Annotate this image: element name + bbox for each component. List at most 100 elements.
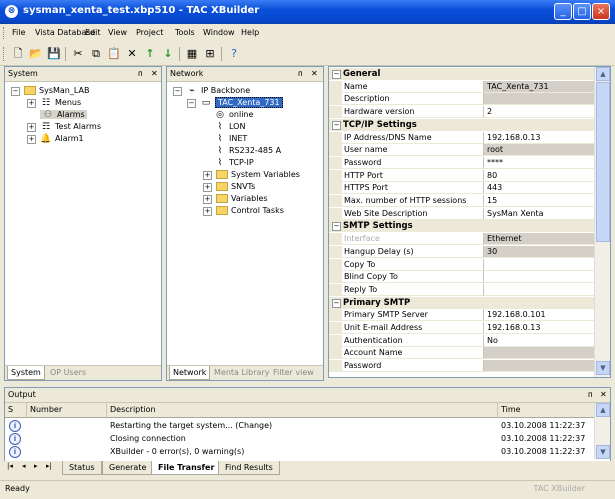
property-value[interactable]: 2 <box>484 106 595 119</box>
tree-node-lon[interactable]: ⌇ LON <box>214 121 246 133</box>
property-category[interactable]: − Primary SMTP <box>329 296 595 309</box>
property-row[interactable]: Name TAC_Xenta_731 <box>329 80 595 93</box>
property-value[interactable]: 192.168.0.13 <box>484 322 595 334</box>
tree-node-inet[interactable]: ⌇ INET <box>214 133 248 145</box>
expand-icon[interactable]: + <box>27 99 36 108</box>
close-icon[interactable]: ✕ <box>311 67 318 81</box>
property-value[interactable] <box>484 93 595 106</box>
property-row[interactable]: Hardware version 2 <box>329 106 595 119</box>
property-category[interactable]: − SMTP Settings <box>329 220 595 233</box>
menu-tools[interactable]: Tools <box>175 28 195 37</box>
pin-icon[interactable]: ᴨ <box>298 67 303 81</box>
property-row[interactable]: HTTP Port 80 <box>329 169 595 182</box>
property-row[interactable]: Max. number of HTTP sessions 15 <box>329 195 595 207</box>
tab-file-transfer[interactable]: File Transfer <box>151 461 222 475</box>
property-row[interactable]: Authentication No <box>329 334 595 347</box>
property-scrollbar[interactable]: ▲ ▼ <box>594 67 610 377</box>
tab-op-users[interactable]: OP Users <box>47 366 89 379</box>
scroll-thumb[interactable] <box>596 82 610 242</box>
collapse-icon[interactable]: − <box>332 120 341 130</box>
property-row[interactable]: Copy To <box>329 258 595 271</box>
menu-edit[interactable]: Edit <box>85 28 101 37</box>
tree-node-online[interactable]: ◎ online <box>214 109 253 121</box>
property-row[interactable]: Primary SMTP Server 192.168.0.101 <box>329 309 595 322</box>
property-value[interactable] <box>484 271 595 284</box>
tab-find-results[interactable]: Find Results <box>218 461 280 475</box>
expand-icon[interactable]: + <box>27 123 36 132</box>
property-row[interactable]: Unit E-mail Address 192.168.0.13 <box>329 322 595 334</box>
property-row[interactable]: Interface Ethernet <box>329 233 595 246</box>
menu-view[interactable]: View <box>108 28 127 37</box>
delete-icon[interactable]: ✕ <box>124 46 140 62</box>
col-time[interactable]: Time <box>498 403 595 417</box>
new-icon[interactable]: 🗋 <box>10 46 26 62</box>
property-value[interactable] <box>484 284 595 296</box>
title-bar[interactable]: ⊗ sysman_xenta_test.xbp510 - TAC XBuilde… <box>0 0 615 24</box>
tree-node-alarms[interactable]: ⚇ Alarms <box>40 109 87 121</box>
tab-status[interactable]: Status <box>62 461 102 475</box>
property-value[interactable]: 80 <box>484 170 595 182</box>
property-row[interactable]: Blind Copy To <box>329 271 595 284</box>
property-category[interactable]: − TCP/IP Settings <box>329 118 595 131</box>
property-row[interactable]: Description <box>329 93 595 106</box>
collapse-icon[interactable]: − <box>173 87 182 96</box>
property-row[interactable]: IP Address/DNS Name 192.168.0.13 <box>329 131 595 144</box>
property-value[interactable]: Ethernet <box>484 233 595 246</box>
library-icon[interactable]: ⊞ <box>202 46 218 62</box>
grid-icon[interactable]: ▦ <box>184 46 200 62</box>
output-row[interactable]: i Restarting the target system... (Chang… <box>5 419 595 432</box>
property-value[interactable]: TAC_Xenta_731 <box>484 80 595 93</box>
arrow-down-icon[interactable]: ↓ <box>160 46 176 62</box>
open-icon[interactable]: 📂 <box>28 46 44 62</box>
tab-filter-view[interactable]: Filter view <box>270 366 317 379</box>
property-value[interactable]: 443 <box>484 182 595 195</box>
property-row[interactable]: Web Site Description SysMan Xenta <box>329 207 595 220</box>
col-description[interactable]: Description <box>107 403 498 417</box>
expand-icon[interactable]: + <box>203 171 212 180</box>
expand-icon[interactable]: + <box>27 135 36 144</box>
tab-menta-library[interactable]: Menta Library <box>211 366 272 379</box>
minimize-button[interactable]: _ <box>554 3 572 20</box>
menu-file[interactable]: File <box>12 28 25 37</box>
col-number[interactable]: Number <box>27 403 107 417</box>
pin-icon[interactable]: ᴨ <box>138 67 143 81</box>
close-button[interactable]: × <box>592 3 610 20</box>
scroll-up-icon[interactable]: ▲ <box>596 67 610 81</box>
property-value[interactable]: **** <box>484 157 595 169</box>
output-scrollbar[interactable]: ▲ ▼ <box>594 403 610 459</box>
close-icon[interactable]: ✕ <box>151 67 158 81</box>
menu-project[interactable]: Project <box>136 28 163 37</box>
tree-node-rs232-485-a[interactable]: ⌇ RS232-485 A <box>214 145 281 157</box>
collapse-icon[interactable]: − <box>187 99 196 108</box>
tab-system[interactable]: System <box>7 366 45 380</box>
scroll-up-icon[interactable]: ▲ <box>596 403 610 417</box>
collapse-icon[interactable]: − <box>332 298 341 308</box>
expand-icon[interactable]: + <box>203 195 212 204</box>
property-value[interactable]: No <box>484 335 595 347</box>
property-value[interactable] <box>484 360 595 373</box>
scroll-down-icon[interactable]: ▼ <box>596 361 610 375</box>
property-value[interactable] <box>484 347 595 360</box>
output-row[interactable]: i XBuilder - 0 error(s), 0 warning(s) 03… <box>5 445 595 458</box>
property-value[interactable]: SysMan Xenta <box>484 208 595 220</box>
property-value[interactable]: 192.168.0.13 <box>484 132 595 144</box>
menu-help[interactable]: Help <box>241 28 259 37</box>
property-value[interactable] <box>484 259 595 271</box>
close-icon[interactable]: ✕ <box>600 388 607 402</box>
copy-icon[interactable]: ⧉ <box>88 46 104 62</box>
property-value[interactable]: 15 <box>484 195 595 207</box>
output-row[interactable]: i Closing connection 03.10.2008 11:22:37 <box>5 432 595 445</box>
property-row[interactable]: Hangup Delay (s) 30 <box>329 245 595 258</box>
expand-icon[interactable]: + <box>203 207 212 216</box>
property-row[interactable]: User name root <box>329 144 595 157</box>
property-value[interactable]: 192.168.0.101 <box>484 309 595 322</box>
scroll-down-icon[interactable]: ▼ <box>596 445 610 459</box>
pin-icon[interactable]: ᴨ <box>588 388 593 402</box>
property-row[interactable]: Account Name <box>329 347 595 360</box>
property-row[interactable]: HTTPS Port 443 <box>329 182 595 195</box>
collapse-icon[interactable]: − <box>332 70 341 79</box>
menu-window[interactable]: Window <box>203 28 235 37</box>
tab-generate[interactable]: Generate <box>102 461 154 475</box>
save-icon[interactable]: 💾 <box>46 46 62 62</box>
collapse-icon[interactable]: − <box>332 222 341 232</box>
